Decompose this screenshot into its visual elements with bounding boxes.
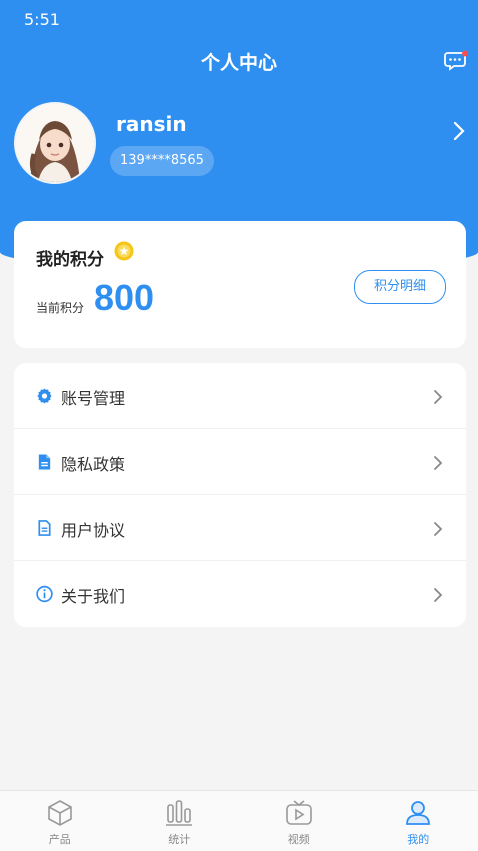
menu-list: 账号管理 隐私政策 用户协议 关于我们 <box>14 363 466 627</box>
current-points-label: 当前积分 <box>36 299 84 316</box>
tab-label: 产品 <box>0 831 120 847</box>
user-icon <box>404 799 432 827</box>
tab-label: 统计 <box>120 831 240 847</box>
tab-mine[interactable]: 我的 <box>359 791 478 851</box>
tab-label: 我的 <box>359 831 478 847</box>
girl-avatar-icon <box>16 104 94 182</box>
points-detail-button[interactable]: 积分明细 <box>354 270 446 304</box>
tv-play-icon <box>285 799 313 827</box>
document-icon <box>36 453 53 471</box>
profile-section[interactable]: ransin 139****8565 <box>14 102 464 184</box>
file-text-icon <box>36 519 53 537</box>
cube-icon <box>46 799 74 827</box>
phone-number: 139****8565 <box>110 146 214 176</box>
coin-icon <box>114 241 134 261</box>
points-value: 800 <box>94 277 154 319</box>
notification-dot <box>462 51 468 57</box>
tab-statistics[interactable]: 统计 <box>120 791 240 851</box>
bottom-tab-bar: 产品 统计 视频 我的 <box>0 790 478 851</box>
tab-label: 视频 <box>239 831 359 847</box>
menu-item-account[interactable]: 账号管理 <box>14 363 466 429</box>
chevron-right-icon <box>433 389 443 405</box>
menu-item-label: 账号管理 <box>61 385 125 409</box>
menu-item-label: 隐私政策 <box>61 451 125 475</box>
tab-products[interactable]: 产品 <box>0 791 120 851</box>
menu-item-agreement[interactable]: 用户协议 <box>14 495 466 561</box>
avatar[interactable] <box>14 102 96 184</box>
message-button[interactable] <box>444 50 468 72</box>
info-icon <box>36 585 53 603</box>
gear-icon <box>36 387 53 405</box>
menu-item-about[interactable]: 关于我们 <box>14 561 466 627</box>
chevron-right-icon <box>433 587 443 603</box>
tab-videos[interactable]: 视频 <box>239 791 359 851</box>
username: ransin <box>116 112 187 136</box>
bar-chart-icon <box>165 799 193 827</box>
menu-item-label: 关于我们 <box>61 583 125 607</box>
chevron-right-icon <box>433 521 443 537</box>
points-title: 我的积分 <box>36 245 104 270</box>
chevron-right-icon <box>433 455 443 471</box>
points-card: 我的积分 当前积分 800 积分明细 <box>14 221 466 348</box>
status-bar-time: 5:51 <box>24 10 60 29</box>
menu-item-privacy[interactable]: 隐私政策 <box>14 429 466 495</box>
chevron-right-icon[interactable] <box>452 120 466 142</box>
chat-bubble-icon <box>444 50 468 72</box>
page-title: 个人中心 <box>0 48 478 75</box>
menu-item-label: 用户协议 <box>61 517 125 541</box>
